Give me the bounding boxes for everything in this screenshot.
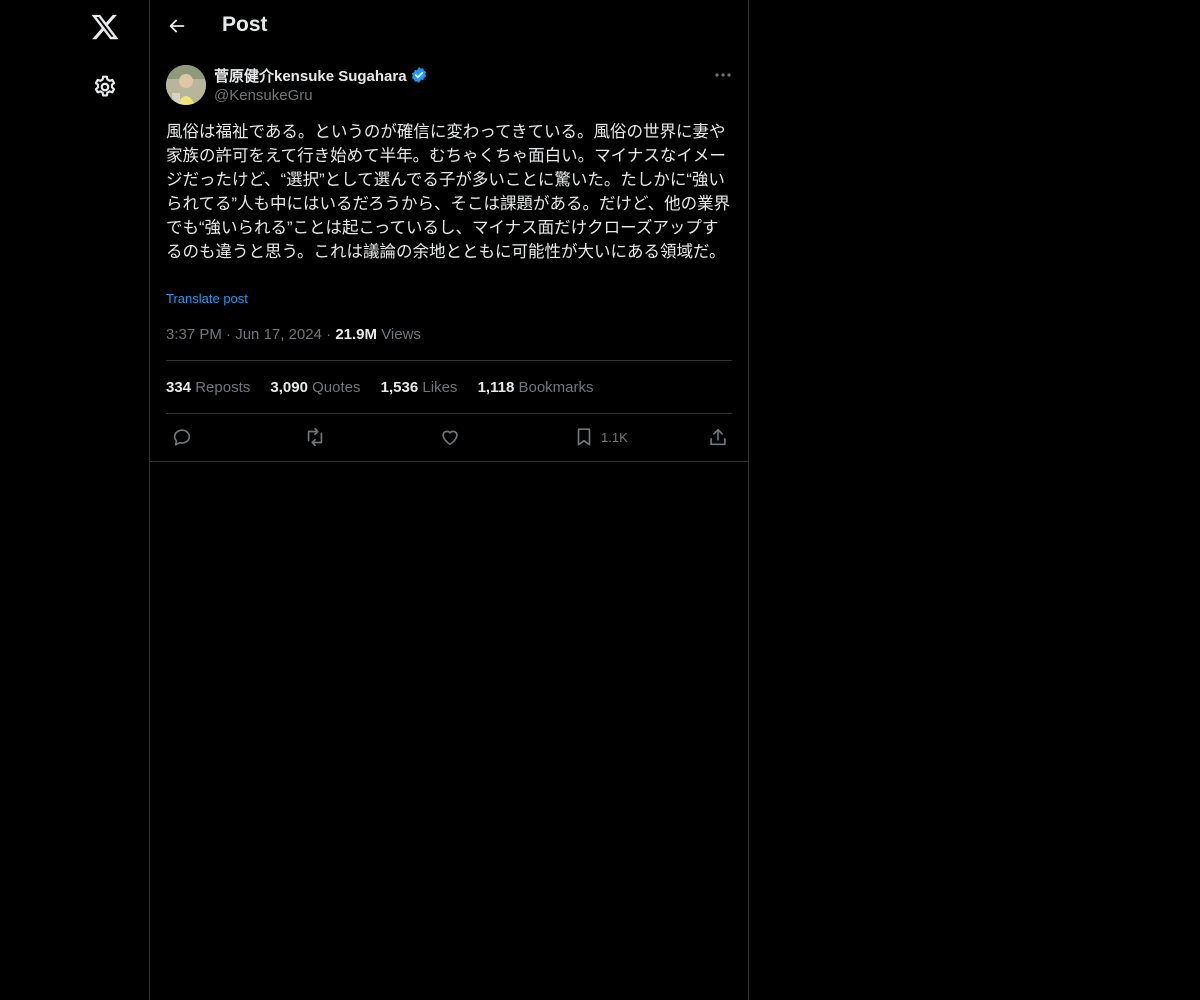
bookmark-icon — [577, 428, 591, 446]
action-bar: 1.1K — [150, 414, 748, 461]
post-bottom-border — [150, 461, 748, 462]
author-handle[interactable]: @KensukeGru — [214, 87, 313, 104]
repost-icon — [307, 427, 323, 447]
arrow-left-icon[interactable] — [166, 15, 188, 37]
page-title: Post — [222, 13, 268, 36]
author-display-name[interactable]: 菅原健介kensuke Sugahara — [214, 65, 407, 86]
heart-icon — [442, 430, 458, 446]
quotes-stat[interactable]: 3,090 Quotes — [270, 379, 360, 396]
like-button[interactable] — [439, 426, 461, 448]
bookmark-count: 1.1K — [601, 429, 628, 445]
post-date[interactable]: Jun 17, 2024 — [235, 326, 322, 343]
post-time[interactable]: 3:37 PM — [166, 326, 222, 343]
post-header: Post — [150, 0, 748, 53]
reply-icon — [173, 429, 191, 446]
views-count: 21.9M — [335, 326, 378, 343]
post-text: 風俗は福祉である。というのが確信に変わってきている。風俗の世界に妻や家族の許可を… — [166, 123, 731, 261]
repost-button[interactable] — [304, 426, 326, 448]
share-icon — [710, 428, 726, 446]
x-logo-icon[interactable] — [90, 12, 120, 42]
more-options-icon[interactable] — [712, 66, 734, 84]
views-label: Views — [381, 326, 421, 343]
gear-icon[interactable] — [92, 74, 118, 100]
meta-separator: · — [226, 326, 236, 343]
left-rail — [0, 0, 149, 1000]
post-meta: 3:37 PM · Jun 17, 2024 · 21.9M Views — [166, 326, 421, 343]
meta-separator: · — [326, 326, 336, 343]
reposts-stat[interactable]: 334 Reposts — [166, 379, 250, 396]
engagement-stats: 334 Reposts 3,090 Quotes 1,536 Likes 1,1… — [166, 379, 610, 396]
translate-post-link[interactable]: Translate post — [166, 291, 248, 306]
post-detail-column: Post 菅原健介kensuke Sugahara @KensukeGru 風俗… — [149, 0, 749, 1000]
avatar[interactable] — [166, 65, 206, 105]
divider — [166, 360, 732, 361]
reply-button[interactable] — [171, 426, 193, 448]
share-button[interactable] — [707, 426, 729, 448]
verified-badge-icon — [411, 67, 427, 83]
bookmark-button[interactable]: 1.1K — [573, 426, 628, 448]
bookmarks-stat[interactable]: 1,118 Bookmarks — [478, 379, 594, 396]
likes-stat[interactable]: 1,536 Likes — [381, 379, 458, 396]
